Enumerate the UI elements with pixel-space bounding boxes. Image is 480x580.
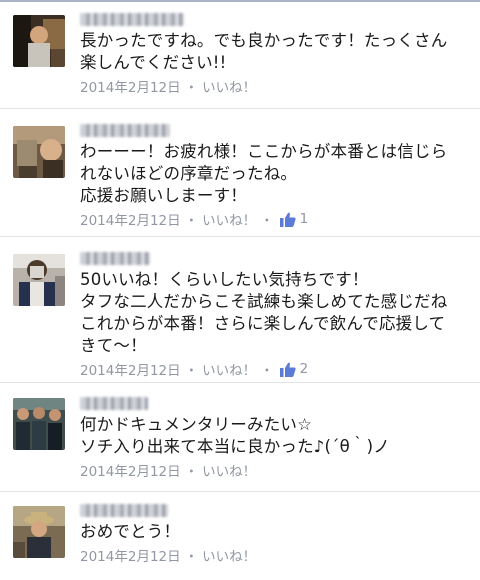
meta-separator: ・ bbox=[184, 80, 199, 96]
comment-text-line: これからが本番！さらに楽しんで飲んで応援して bbox=[80, 314, 446, 333]
meta-separator: ・ bbox=[184, 549, 199, 565]
comment-text-line: わーーー！お疲れ様！ここからが本番とは信じら bbox=[80, 142, 448, 161]
comment-date[interactable]: 2014年2月12日 bbox=[80, 460, 181, 480]
like-count[interactable]: 1 bbox=[300, 211, 309, 227]
avatar[interactable] bbox=[13, 126, 65, 178]
comment-meta: 2014年2月12日 ・ いいね！ bbox=[80, 76, 464, 96]
meta-separator: ・ bbox=[184, 213, 199, 229]
thumbs-up-icon[interactable] bbox=[279, 212, 296, 227]
avatar[interactable] bbox=[13, 254, 65, 306]
comment-item: わーーー！お疲れ様！ここからが本番とは信じら れないほどの序章だったね。 応援お… bbox=[0, 109, 480, 237]
like-link[interactable]: いいね！ bbox=[202, 359, 256, 379]
comment-date[interactable]: 2014年2月12日 bbox=[80, 545, 181, 565]
comment-meta: 2014年2月12日 ・ いいね！ bbox=[80, 545, 464, 565]
comment-date[interactable]: 2014年2月12日 bbox=[80, 76, 181, 96]
comment-item: 長かったですね。でも良かったです！たっくさん 楽しんでください!! 2014年2… bbox=[0, 2, 480, 109]
comment-text-line: 何かドキュメンタリーみたい☆ bbox=[80, 415, 313, 434]
comment-text-line: ソチ入り出来て本当に良かった♪(´θ｀)ノ bbox=[80, 437, 390, 456]
meta-separator: ・ bbox=[184, 363, 199, 379]
comment-text-line: 応援お願いしまーす！ bbox=[80, 186, 247, 205]
like-link[interactable]: いいね！ bbox=[202, 460, 256, 480]
like-link[interactable]: いいね！ bbox=[202, 76, 256, 96]
comment-item: おめでとう！ 2014年2月12日 ・ いいね！ bbox=[0, 492, 480, 580]
comment-item: 50いいね！くらいしたい気持ちです！ タフな二人だからこそ試練も楽しめてた感じだ… bbox=[0, 237, 480, 383]
comment-meta: 2014年2月12日 ・ いいね！ ・ 2 bbox=[80, 359, 464, 379]
comment-text-line: おめでとう！ bbox=[80, 522, 181, 541]
commenter-name[interactable] bbox=[80, 252, 150, 265]
like-count[interactable]: 2 bbox=[300, 361, 309, 377]
comment-text-line: 楽しんでください!! bbox=[80, 53, 227, 72]
meta-separator: ・ bbox=[260, 213, 274, 229]
comment-meta: 2014年2月12日 ・ いいね！ bbox=[80, 460, 464, 480]
comment-date[interactable]: 2014年2月12日 bbox=[80, 359, 181, 379]
comment-date[interactable]: 2014年2月12日 bbox=[80, 209, 181, 229]
comment-text-line: タフな二人だからこそ試練も楽しめてた感じだね bbox=[80, 292, 448, 311]
like-link[interactable]: いいね！ bbox=[202, 209, 256, 229]
comment-text-line: れないほどの序章だったね。 bbox=[80, 164, 298, 183]
comment-meta: 2014年2月12日 ・ いいね！ ・ 1 bbox=[80, 209, 464, 229]
comment-text-line: 長かったですね。でも良かったです！たっくさん bbox=[80, 31, 448, 50]
commenter-name[interactable] bbox=[80, 13, 184, 26]
avatar[interactable] bbox=[13, 398, 65, 450]
thumbs-up-icon[interactable] bbox=[279, 362, 296, 377]
avatar[interactable] bbox=[13, 506, 65, 558]
avatar[interactable] bbox=[13, 15, 65, 67]
meta-separator: ・ bbox=[260, 363, 274, 379]
commenter-name[interactable] bbox=[80, 504, 168, 517]
comment-text-line: きて〜！ bbox=[80, 336, 147, 355]
like-link[interactable]: いいね！ bbox=[202, 545, 256, 565]
commenter-name[interactable] bbox=[80, 397, 148, 410]
comment-item: 何かドキュメンタリーみたい☆ ソチ入り出来て本当に良かった♪(´θ｀)ノ 201… bbox=[0, 383, 480, 492]
commenter-name[interactable] bbox=[80, 124, 170, 137]
comment-text-line: 50いいね！くらいしたい気持ちです！ bbox=[80, 270, 369, 289]
meta-separator: ・ bbox=[184, 464, 199, 480]
